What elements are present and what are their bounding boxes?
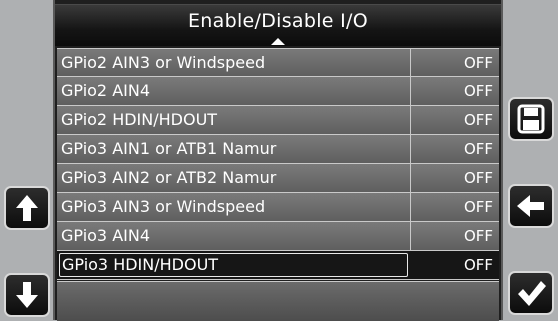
list-item-value: OFF xyxy=(463,227,493,245)
scroll-up-caret-icon xyxy=(271,38,285,45)
list-item[interactable]: GPio3 AIN4 OFF xyxy=(57,222,499,251)
list-item-label: GPio3 AIN2 or ATB2 Namur xyxy=(57,164,411,192)
list-item[interactable]: GPio2 AIN4 OFF xyxy=(57,77,499,106)
checkmark-icon xyxy=(518,281,546,306)
list-item-value: OFF xyxy=(463,111,493,129)
list-item-value: OFF xyxy=(463,140,493,158)
list-item-value: OFF xyxy=(463,169,493,187)
page-title: Enable/Disable I/O xyxy=(188,10,368,32)
arrow-down-icon xyxy=(16,282,38,308)
list-item-label: GPio3 AIN3 or Windspeed xyxy=(57,193,411,221)
list-item[interactable]: GPio2 HDIN/HDOUT OFF xyxy=(57,106,499,135)
list-item-label: GPio3 AIN4 xyxy=(57,222,411,250)
arrow-left-icon xyxy=(517,195,544,217)
list-item-label: GPio2 AIN3 or Windspeed xyxy=(57,49,411,76)
list-item[interactable]: GPio3 AIN2 or ATB2 Namur OFF xyxy=(57,164,499,193)
list-item-value: OFF xyxy=(463,82,493,100)
list-item[interactable]: GPio3 AIN1 or ATB1 Namur OFF xyxy=(57,135,499,164)
scroll-down-button[interactable] xyxy=(4,273,50,317)
list-item-selected[interactable]: GPio3 HDIN/HDOUT OFF xyxy=(57,251,499,280)
list-item-label: GPio2 HDIN/HDOUT xyxy=(57,106,411,134)
list-item[interactable]: GPio2 AIN3 or Windspeed OFF xyxy=(57,48,499,77)
list-item-value: OFF xyxy=(463,54,493,72)
list-item-label: GPio3 AIN1 or ATB1 Namur xyxy=(57,135,411,163)
list-item-label: GPio3 HDIN/HDOUT xyxy=(59,253,408,277)
back-button[interactable] xyxy=(508,184,554,228)
list-item-value: OFF xyxy=(411,251,499,279)
list-item[interactable]: GPio3 AIN3 or Windspeed OFF xyxy=(57,193,499,222)
save-icon xyxy=(517,104,545,134)
confirm-button[interactable] xyxy=(508,271,554,315)
main-panel: Enable/Disable I/O GPio2 AIN3 or Windspe… xyxy=(53,0,503,321)
arrow-up-icon xyxy=(16,195,38,221)
save-button[interactable] xyxy=(508,97,554,141)
scroll-up-button[interactable] xyxy=(4,186,50,230)
list-item-value: OFF xyxy=(463,198,493,216)
title-bar: Enable/Disable I/O xyxy=(55,4,501,46)
io-list: GPio2 AIN3 or Windspeed OFF GPio2 AIN4 O… xyxy=(57,48,499,280)
list-item-label: GPio2 AIN4 xyxy=(57,77,411,105)
status-strip xyxy=(57,281,499,321)
